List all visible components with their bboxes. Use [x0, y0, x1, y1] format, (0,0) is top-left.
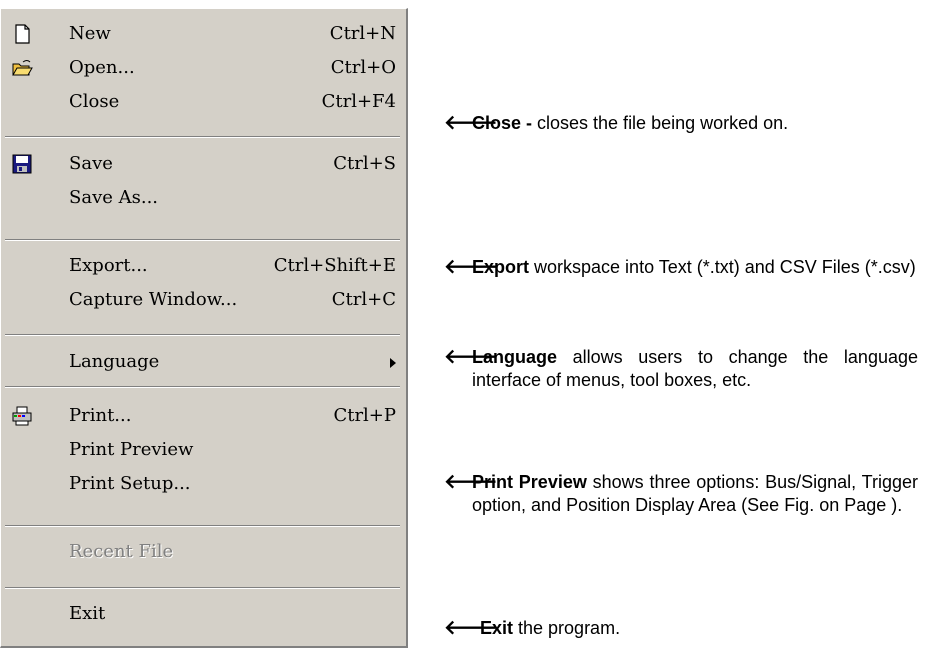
menu-item-label: Language [69, 351, 160, 372]
left-arrow-icon: 🡐 [444, 617, 498, 639]
left-arrow-icon: 🡐 [444, 471, 498, 493]
menu-item-label: Recent File [69, 541, 174, 562]
menu-item-save-as[interactable]: Save As... [1, 181, 406, 215]
menu-item-shortcut: Ctrl+P [333, 405, 396, 426]
menu-item-label: Export... [69, 255, 148, 276]
file-menu: New Ctrl+N Open... Ctrl+O Close Ctrl+F4 … [0, 8, 408, 648]
menu-item-label: Close [69, 91, 120, 112]
annotation-text: workspace into Text (*.txt) and CSV File… [529, 257, 916, 277]
menu-item-label: Print... [69, 405, 132, 426]
menu-item-language[interactable]: Language [1, 345, 406, 379]
menu-item-shortcut: Ctrl+O [330, 57, 396, 78]
menu-item-shortcut: Ctrl+S [333, 153, 396, 174]
annotation-exit: 🡐 Exit the program. [444, 617, 918, 640]
annotation-text: closes the file being worked on. [532, 113, 789, 133]
menu-item-save[interactable]: Save Ctrl+S [1, 147, 406, 181]
save-disk-icon [12, 154, 32, 174]
menu-separator [5, 525, 400, 527]
annotation-text: the program. [513, 618, 621, 638]
menu-item-export[interactable]: Export... Ctrl+Shift+E [1, 249, 406, 283]
menu-item-label: Print Preview [69, 439, 194, 460]
menu-item-label: Print Setup... [69, 473, 191, 494]
left-arrow-icon: 🡐 [444, 112, 498, 134]
menu-separator [5, 386, 400, 388]
menu-separator [5, 587, 400, 589]
menu-item-open[interactable]: Open... Ctrl+O [1, 51, 406, 85]
menu-item-recent-file: Recent File [1, 535, 406, 569]
menu-item-label: New [69, 23, 111, 44]
menu-item-shortcut: Ctrl+Shift+E [273, 255, 396, 276]
open-folder-icon [12, 60, 33, 76]
menu-item-print[interactable]: Print... Ctrl+P [1, 399, 406, 433]
annotation-close: 🡐 Close - closes the file being worked o… [444, 112, 918, 135]
menu-item-exit[interactable]: Exit [1, 597, 406, 631]
annotation-print-preview: 🡐 Print Preview shows three options: Bus… [444, 471, 918, 517]
menu-separator [5, 239, 400, 241]
menu-item-shortcut: Ctrl+N [329, 23, 396, 44]
left-arrow-icon: 🡐 [444, 256, 498, 278]
annotation-export: 🡐 Export workspace into Text (*.txt) and… [444, 256, 918, 279]
menu-item-label: Exit [69, 603, 106, 624]
submenu-arrow-icon [390, 358, 396, 368]
left-arrow-icon: 🡐 [444, 346, 498, 368]
annotation-language: 🡐 Language allows users to change the la… [444, 346, 918, 392]
menu-item-print-setup[interactable]: Print Setup... [1, 467, 406, 501]
menu-item-capture-window[interactable]: Capture Window... Ctrl+C [1, 283, 406, 317]
menu-item-print-preview[interactable]: Print Preview [1, 433, 406, 467]
menu-item-shortcut: Ctrl+C [331, 289, 396, 310]
menu-item-new[interactable]: New Ctrl+N [1, 17, 406, 51]
menu-item-label: Capture Window... [69, 289, 238, 310]
new-file-icon [15, 24, 30, 44]
menu-item-label: Save As... [69, 187, 159, 208]
menu-separator [5, 334, 400, 336]
menu-item-label: Save [69, 153, 113, 174]
menu-item-label: Open... [69, 57, 135, 78]
menu-item-close[interactable]: Close Ctrl+F4 [1, 85, 406, 119]
menu-separator [5, 136, 400, 138]
menu-item-shortcut: Ctrl+F4 [321, 91, 396, 112]
printer-icon [12, 406, 32, 426]
